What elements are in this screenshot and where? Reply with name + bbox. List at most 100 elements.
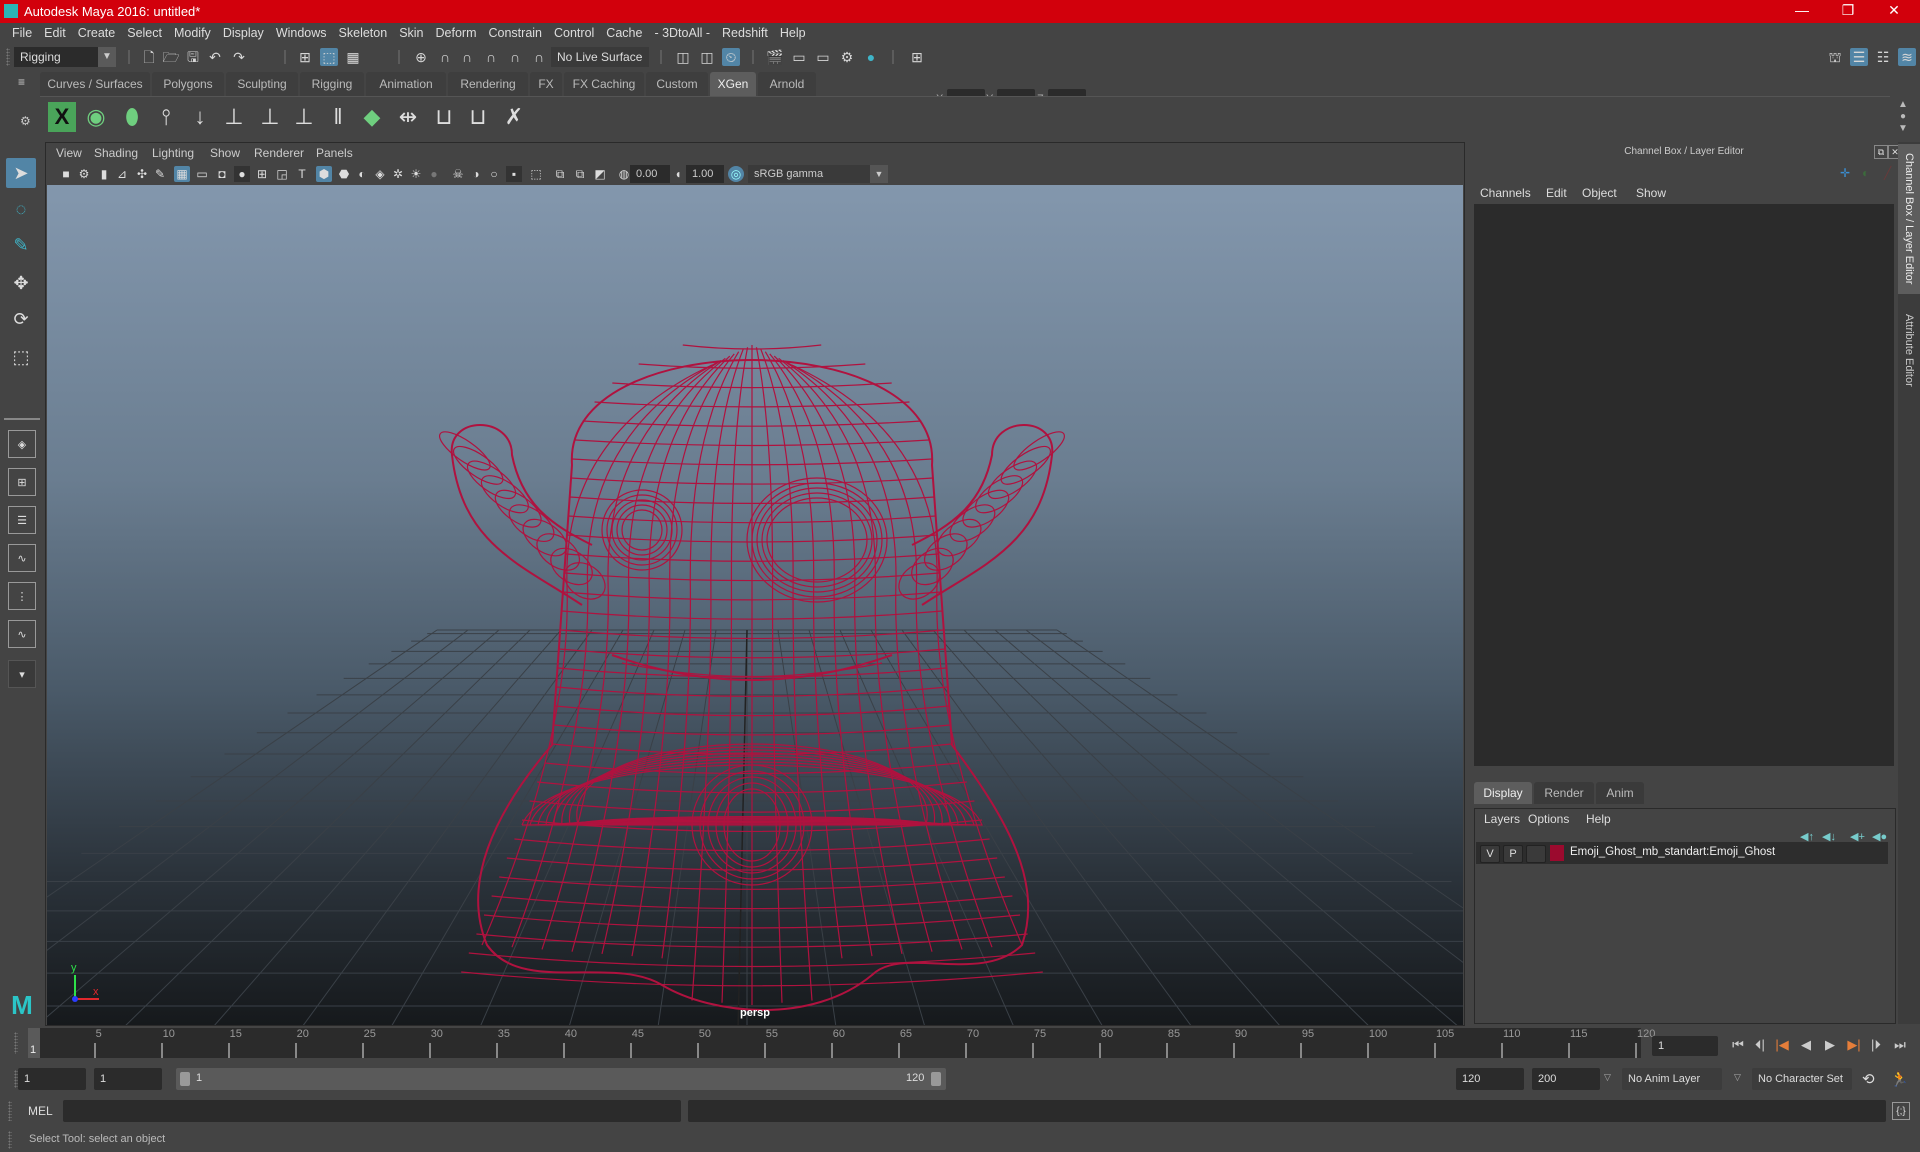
menu-edit[interactable]: Edit (38, 23, 72, 44)
grease-pencil-icon[interactable]: ✎ (152, 166, 168, 182)
four-view-layout-icon[interactable]: ⊞ (8, 468, 36, 496)
select-object-icon[interactable]: ⬚ (320, 48, 338, 66)
auto-key-icon[interactable]: ⟲ (1862, 1070, 1875, 1088)
shelf-tab-animation[interactable]: Animation (366, 72, 446, 96)
drag-handle[interactable] (8, 1131, 12, 1149)
layer-row[interactable]: V P Emoji_Ghost_mb_standart:Emoji_Ghost (1476, 842, 1888, 864)
new-scene-icon[interactable]: 🗋 (140, 48, 158, 66)
color-management-icon[interactable]: ◎ (728, 166, 744, 182)
speed-slow-icon[interactable]: ◐ (1862, 166, 1869, 180)
shelf-menu-icon[interactable]: ≡ (18, 76, 32, 88)
hypershade-persp-layout-icon[interactable]: ⋮ (8, 582, 36, 610)
menu-control[interactable]: Control (548, 23, 600, 44)
hypershade-icon[interactable]: ● (862, 48, 880, 66)
guide-length-icon[interactable]: ‖ (324, 102, 352, 132)
vp-menu-shading[interactable]: Shading (94, 146, 138, 160)
playback-range-bar[interactable]: 1 120 (176, 1068, 946, 1090)
shelf-tab-polygons[interactable]: Polygons (152, 72, 224, 96)
go-to-start-icon[interactable]: ⏮ (1728, 1035, 1748, 1055)
close-button[interactable]: ✕ (1872, 0, 1916, 23)
drag-handle[interactable] (8, 1101, 12, 1121)
persp-graph-outliner-layout-icon[interactable]: ∿ (8, 620, 36, 648)
script-editor-icon[interactable]: {;} (1892, 1102, 1910, 1120)
animation-preferences-icon[interactable]: 🏃 (1890, 1070, 1909, 1088)
manipulator-icon[interactable]: ✛ (1840, 166, 1850, 180)
transform-mode-icon[interactable]: ⊞ (908, 48, 926, 66)
shadows-icon[interactable]: ☀ (408, 166, 424, 182)
channel-box-toggle-icon[interactable]: ≋ (1898, 48, 1916, 66)
menu-3dtoall[interactable]: - 3DtoAll - (648, 23, 716, 44)
snap-curve-icon[interactable]: ∩ (436, 48, 454, 66)
animation-start-field[interactable]: 1 (18, 1068, 86, 1090)
shelf-tab-arnold[interactable]: Arnold (758, 72, 816, 96)
layer-playback-toggle[interactable]: P (1503, 845, 1523, 863)
le-menu-options[interactable]: Options (1528, 812, 1569, 826)
chevron-down-icon[interactable]: ▽ (1604, 1072, 1611, 1083)
layer-tab-render[interactable]: Render (1534, 782, 1594, 804)
current-frame-field[interactable]: 1 (1652, 1036, 1718, 1056)
menu-windows[interactable]: Windows (270, 23, 333, 44)
interactive-groom-icon[interactable]: ⇹ (394, 102, 422, 132)
single-view-layout-icon[interactable]: ◈ (8, 430, 36, 458)
shelf-tab-fx[interactable]: FX (530, 72, 562, 96)
rotate-tool-icon[interactable]: ⟳ (6, 304, 36, 334)
menu-display[interactable]: Display (217, 23, 270, 44)
shelf-tab-curves-surfaces[interactable]: Curves / Surfaces (40, 72, 150, 96)
image-plane-icon[interactable]: ⊿ (114, 166, 130, 182)
select-tool-icon[interactable]: ➤ (6, 158, 36, 188)
gamma-icon[interactable]: ◖ (670, 166, 686, 182)
snap-surface-icon[interactable]: ∩ (506, 48, 524, 66)
menu-skin[interactable]: Skin (393, 23, 429, 44)
save-scene-icon[interactable]: 🖫 (184, 48, 202, 66)
camera-select-icon[interactable]: ■ (58, 166, 74, 182)
smooth-shade-icon[interactable]: ⬣ (336, 166, 352, 182)
menu-select[interactable]: Select (121, 23, 168, 44)
isolate-select-icon[interactable]: ⬚ (528, 166, 544, 182)
vp-menu-panels[interactable]: Panels (316, 146, 353, 160)
cb-menu-channels[interactable]: Channels (1480, 186, 1531, 200)
current-frame-marker[interactable]: 1 (28, 1028, 40, 1058)
safe-action-icon[interactable]: ◲ (274, 166, 290, 182)
mel-language-toggle[interactable]: MEL (28, 1104, 53, 1118)
move-tool-icon[interactable]: ✥ (6, 268, 36, 298)
layer-display-type-toggle[interactable] (1526, 845, 1546, 863)
shelf-scroll[interactable]: ▲ ● ▼ (1896, 99, 1910, 135)
output-ops-icon[interactable]: ◫ (698, 48, 716, 66)
add-guide-icon[interactable]: ⊥ (220, 102, 248, 132)
paint-select-tool-icon[interactable]: ✎ (6, 230, 36, 260)
xgen-clear-preview-icon[interactable]: ⬮ (118, 102, 146, 132)
snap-live-icon[interactable]: ∩ (530, 48, 548, 66)
use-lights-icon[interactable]: ✲ (390, 166, 406, 182)
resolution-gate-icon[interactable]: ◘ (214, 166, 230, 182)
select-component-icon[interactable]: ▦ (344, 48, 362, 66)
vp-menu-view[interactable]: View (56, 146, 82, 160)
float-panel-icon[interactable]: ⧉ (1874, 145, 1888, 159)
hud-icon[interactable]: ⧉ (572, 166, 588, 182)
construction-history-icon[interactable]: ⏲ (722, 48, 740, 66)
menu-skeleton[interactable]: Skeleton (333, 23, 394, 44)
delete-guides-icon[interactable]: ✗ (500, 102, 528, 132)
mel-input[interactable] (63, 1100, 681, 1122)
lasso-tool-icon[interactable]: ◌ (6, 194, 36, 224)
step-back-frame-icon[interactable]: ⏴| (1750, 1035, 1770, 1055)
lock-guide-icon[interactable]: ⊥ (290, 102, 318, 132)
step-back-key-icon[interactable]: |◀ (1772, 1035, 1792, 1055)
xray-components-icon[interactable]: ○ (486, 166, 502, 182)
menu-help[interactable]: Help (774, 23, 812, 44)
range-end-handle[interactable] (931, 1072, 941, 1086)
menu-constrain[interactable]: Constrain (483, 23, 549, 44)
select-groom-icon[interactable]: ⊔ (430, 102, 458, 132)
select-guide-icon[interactable]: ⊥ (256, 102, 284, 132)
shelf-tab-sculpting[interactable]: Sculpting (226, 72, 298, 96)
chevron-down-icon[interactable]: ▽ (1734, 1072, 1741, 1083)
playback-end-field[interactable]: 120 (1456, 1068, 1524, 1090)
menu-file[interactable]: File (0, 23, 38, 44)
open-scene-icon[interactable]: 🗁 (162, 48, 180, 66)
camera-attributes-icon[interactable]: ⚙ (76, 166, 92, 182)
undo-icon[interactable]: ↶ (206, 48, 224, 66)
scale-tool-icon[interactable]: ⬚ (6, 342, 36, 372)
bookmark-icon[interactable]: ▮ (96, 166, 112, 182)
gamma-field[interactable]: 1.00 (686, 165, 724, 183)
image-plane-toggle-icon[interactable]: ◩ (592, 166, 608, 182)
more-layouts-button[interactable]: ▾ (8, 660, 36, 688)
